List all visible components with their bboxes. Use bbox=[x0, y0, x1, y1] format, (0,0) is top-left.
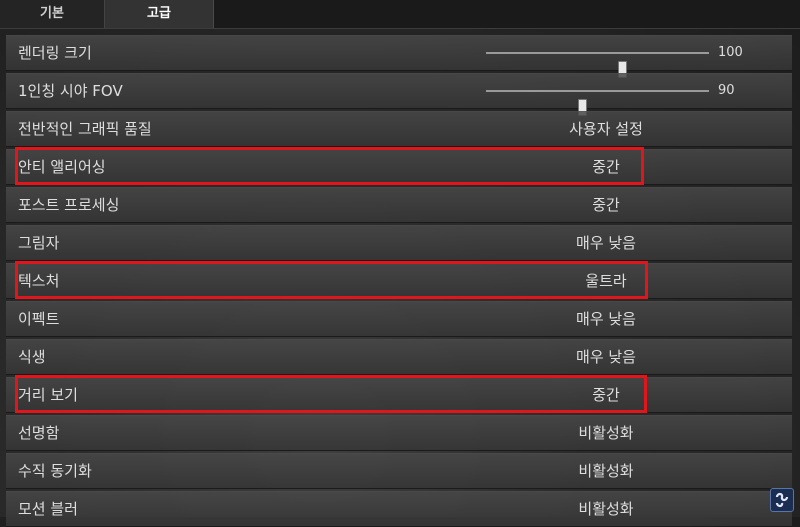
setting-label: 수직 동기화 bbox=[18, 462, 92, 480]
setting-label: 식생 bbox=[18, 348, 46, 366]
setting-label: 렌더링 크기 bbox=[18, 44, 92, 62]
setting-row-sharpness[interactable]: 선명함 비활성화 bbox=[6, 415, 792, 451]
setting-value[interactable]: 울트라 bbox=[526, 264, 686, 298]
setting-label: 텍스처 bbox=[18, 272, 60, 290]
setting-row-motion-blur[interactable]: 모션 블러 비활성화 bbox=[6, 491, 792, 527]
tab-bar: 기본 고급 bbox=[0, 0, 800, 29]
tab-advanced[interactable]: 고급 bbox=[105, 0, 214, 28]
setting-row-anti-aliasing[interactable]: 안티 앨리어싱 중간 bbox=[6, 149, 792, 185]
fov-slider[interactable] bbox=[486, 90, 709, 116]
setting-value[interactable]: 중간 bbox=[526, 150, 686, 184]
slider-value: 90 bbox=[718, 83, 735, 98]
setting-label: 안티 앨리어싱 bbox=[18, 158, 106, 176]
setting-label: 1인칭 시야 FOV bbox=[18, 82, 123, 100]
setting-value[interactable]: 중간 bbox=[526, 188, 686, 222]
setting-value[interactable]: 매우 낮음 bbox=[526, 340, 686, 374]
setting-row-render-scale: 렌더링 크기 100 bbox=[6, 35, 792, 78]
setting-row-overall-quality[interactable]: 전반적인 그래픽 품질 사용자 설정 bbox=[6, 111, 792, 147]
setting-row-shadows[interactable]: 그림자 매우 낮음 bbox=[6, 225, 792, 261]
setting-value[interactable]: 비활성화 bbox=[526, 454, 686, 488]
setting-value[interactable]: 매우 낮음 bbox=[526, 302, 686, 336]
setting-value[interactable]: 비활성화 bbox=[526, 492, 686, 526]
setting-label: 전반적인 그래픽 품질 bbox=[18, 120, 152, 138]
slider-value: 100 bbox=[718, 45, 743, 60]
setting-label: 모션 블러 bbox=[18, 500, 78, 518]
setting-row-vsync[interactable]: 수직 동기화 비활성화 bbox=[6, 453, 792, 489]
setting-row-post-processing[interactable]: 포스트 프로세싱 중간 bbox=[6, 187, 792, 223]
setting-label: 그림자 bbox=[18, 234, 60, 252]
setting-label: 거리 보기 bbox=[18, 386, 78, 404]
setting-value[interactable]: 매우 낮음 bbox=[526, 226, 686, 260]
setting-row-foliage[interactable]: 식생 매우 낮음 bbox=[6, 339, 792, 375]
setting-row-textures[interactable]: 텍스처 울트라 bbox=[6, 263, 792, 299]
setting-value[interactable]: 사용자 설정 bbox=[526, 112, 686, 146]
render-scale-slider[interactable] bbox=[486, 52, 709, 78]
setting-value[interactable]: 비활성화 bbox=[526, 416, 686, 450]
setting-label: 선명함 bbox=[18, 424, 60, 442]
setting-value[interactable]: 중간 bbox=[526, 378, 686, 412]
setting-row-effects[interactable]: 이펙트 매우 낮음 bbox=[6, 301, 792, 337]
tab-basic[interactable]: 기본 bbox=[0, 0, 105, 28]
logo-icon bbox=[770, 488, 794, 512]
setting-label: 포스트 프로세싱 bbox=[18, 196, 120, 214]
setting-row-view-distance[interactable]: 거리 보기 중간 bbox=[6, 377, 792, 413]
setting-label: 이펙트 bbox=[18, 310, 60, 328]
setting-row-fov: 1인칭 시야 FOV 90 bbox=[6, 73, 792, 116]
